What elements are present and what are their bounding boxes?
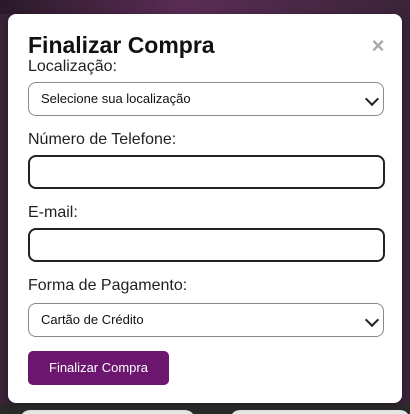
chevron-down-icon: [364, 91, 380, 107]
phone-input[interactable]: [28, 155, 385, 189]
email-label: E-mail:: [28, 204, 78, 221]
payment-label: Forma de Pagamento:: [28, 277, 188, 294]
payment-select-value: Cartão de Crédito: [41, 312, 144, 327]
checkout-modal: Finalizar Compra × Localização: Selecion…: [8, 14, 402, 403]
location-select-value: Selecione sua localização: [41, 91, 191, 106]
background-button-right: [230, 410, 410, 414]
phone-label: Número de Telefone:: [28, 131, 177, 148]
email-input[interactable]: [28, 228, 385, 262]
finalize-purchase-button[interactable]: Finalizar Compra: [28, 351, 169, 385]
background-button-left: [20, 410, 195, 414]
location-select[interactable]: Selecione sua localização: [28, 82, 384, 116]
close-icon[interactable]: ×: [368, 34, 388, 58]
payment-select[interactable]: Cartão de Crédito: [28, 303, 384, 337]
location-label: Localização:: [28, 58, 117, 75]
page-backdrop-header: [0, 0, 410, 14]
chevron-down-icon: [364, 312, 380, 328]
modal-title: Finalizar Compra: [28, 32, 215, 58]
